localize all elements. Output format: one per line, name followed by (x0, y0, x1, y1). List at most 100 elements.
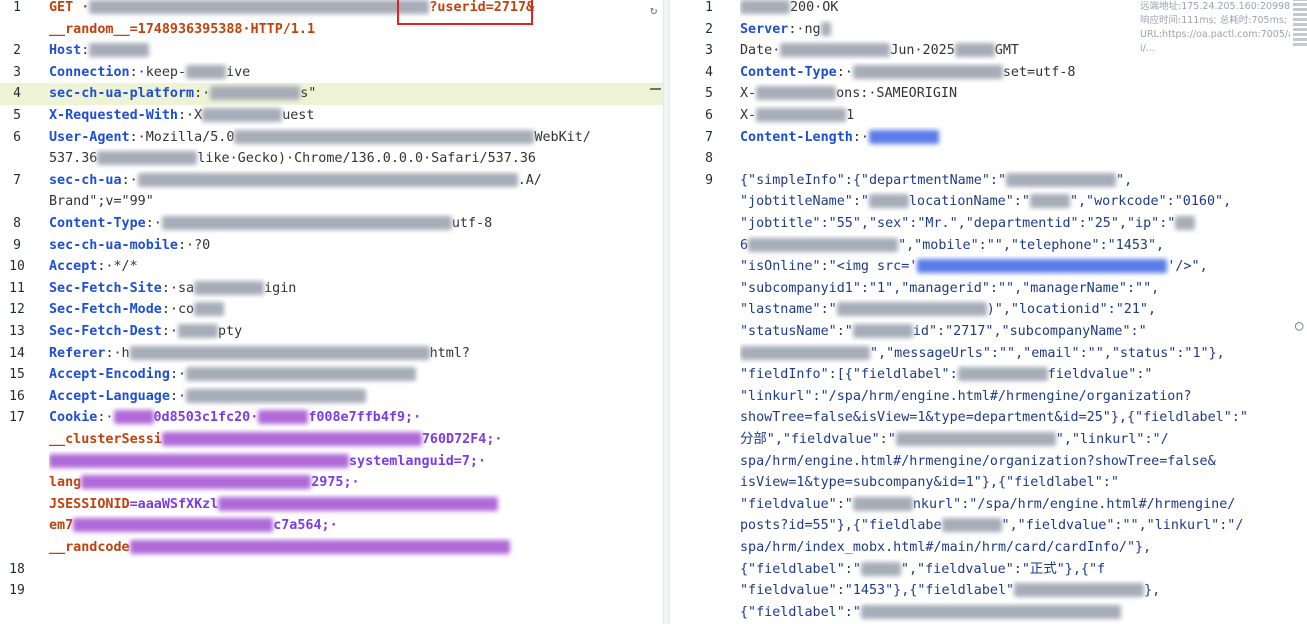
line-text: "jobtitle":"55","sex":"Mr.","departmenti… (740, 213, 1299, 235)
request-line: 18 (0, 559, 663, 581)
header-value: igin (264, 280, 297, 296)
json-text: "isOnline":"<img src=' (740, 259, 918, 275)
response-line: {"fieldlabel":" ","fieldvalue":"正式"},{"f (670, 559, 1307, 581)
redacted-block (49, 453, 349, 468)
request-line: systemlanguid=7;· (0, 451, 663, 473)
redacted-block (97, 151, 198, 166)
response-line: showTree=false&isView=1&type=department&… (670, 407, 1307, 429)
drag-handle-icon[interactable]: ○ (1295, 318, 1307, 334)
header-value: :· (169, 388, 187, 404)
redacted-block (954, 43, 995, 58)
header-name: Sec-Fetch-Mode (49, 302, 162, 318)
json-text: ", (1116, 172, 1133, 188)
response-line: 5 X-ons:·SAMEORIGIN (670, 83, 1307, 105)
json-text: 1 (846, 108, 855, 123)
line-number: 16 (9, 388, 25, 404)
redacted-block (113, 410, 154, 425)
json-text: 200·OK (790, 0, 839, 15)
line-number: 8 (13, 216, 21, 231)
redacted-block (820, 21, 831, 36)
header-value: · (772, 43, 781, 59)
line-text: 6 ","mobile":"","telephone":"1453", (740, 235, 1299, 257)
header-value: :·keep- (129, 64, 187, 80)
line-text: spa/hrm/index_mobx.html#/main/hrm/card/c… (740, 537, 1299, 559)
json-text: set=utf-8 (1002, 64, 1076, 80)
json-text: isView=1&type=subcompany&id=1"},{"fieldl… (740, 475, 1119, 491)
header-value: ive (226, 64, 251, 80)
header-name: X- (740, 86, 757, 102)
scroll-marker[interactable] (650, 88, 661, 90)
json-text: Jun·2025 (890, 43, 955, 59)
line-text: sec-ch-ua-platform:· s" (49, 83, 655, 105)
redacted-block (957, 367, 1048, 382)
header-value: :·Mozilla/5.0 (129, 129, 235, 145)
header-value: utf-8 (451, 216, 493, 231)
header-name: Connection (49, 64, 130, 80)
json-text: "subcompanyid1":"1","managerid":"","mana… (740, 280, 1160, 296)
line-text: em7 c7a564;· (49, 515, 655, 537)
redacted-block (756, 108, 847, 122)
line-text: ","messageUrls":"","email":"","status":"… (740, 343, 1299, 365)
redacted-block (234, 129, 535, 144)
refresh-icon[interactable]: ↻ (650, 4, 662, 16)
response-info-panel: 远端地址:175.24.205.160:20998; 响应时间:111ms; 总… (1140, 0, 1290, 56)
redacted-block (869, 194, 909, 209)
response-line: ","messageUrls":"","email":"","status":"… (670, 343, 1307, 365)
request-line: 3 Connection:·keep-ive (0, 62, 663, 84)
line-number: 7 (705, 129, 713, 145)
header-name: Content-Length (740, 129, 853, 145)
response-pane[interactable]: 1 200·OK 2 Server:·ng 3 Date· Jun·2025 GMT 4 Cont… (670, 0, 1307, 624)
response-line: 8 (670, 148, 1307, 170)
header-value: WebKit/ (534, 129, 591, 145)
request-pane[interactable]: 1 GET · ?userid=2717& __random__=1748936395… (0, 0, 663, 624)
http-method: GET · (49, 0, 90, 15)
line-text: "lastname":")","locationid":"21", (740, 299, 1299, 321)
line-text: X-ons:·SAMEORIGIN (740, 83, 1299, 105)
response-line: "isOnline":"<img src=' '/>", (670, 256, 1307, 278)
url-text: URL:https://oa.pactl.com:7005/ap (1140, 29, 1290, 40)
cookie-value: 2975;· (311, 475, 360, 491)
cookie-name: __randcode (49, 540, 130, 555)
request-line: 16 Accept-Language:· (0, 386, 663, 408)
json-text: "lastname":" (740, 302, 837, 318)
line-text: "isOnline":"<img src=' '/>", (740, 256, 1299, 278)
line-text: Accept-Encoding:· (49, 364, 655, 386)
pane-splitter[interactable] (663, 0, 670, 624)
line-number: 10 (9, 259, 25, 275)
response-line: "fieldInfo":[{"fieldlabel": fieldvalue":" (670, 364, 1307, 386)
redacted-block (852, 496, 913, 511)
redacted-block (129, 345, 430, 360)
line-text: User-Agent:·Mozilla/5.0 WebKit/ (49, 127, 655, 149)
response-line: "linkurl":"/spa/hrm/engine.html#/hrmengi… (670, 386, 1307, 408)
json-text: locationName":" (909, 194, 1030, 210)
header-value: :· (145, 216, 162, 231)
response-line: posts?id=55"},{"fieldlabe ","fieldvalue":… (670, 515, 1307, 537)
json-text: id":"2717","subcompanyName":" (912, 324, 1147, 339)
line-text: sec-ch-ua:· .A/ (49, 170, 655, 192)
line-text: __clusterSessi 760D72F4;· (49, 429, 655, 451)
redacted-block (852, 324, 913, 338)
header-value: 0d8503c1fc20· (153, 410, 259, 426)
line-number: 18 (9, 561, 25, 577)
line-number: 2 (705, 21, 713, 37)
json-text: {"fieldlabel":" (740, 604, 861, 620)
redacted-block (178, 324, 218, 338)
line-text: 分部","fieldvalue":" ","linkurl":"/ (740, 429, 1299, 451)
json-text: 分部","fieldvalue":" (740, 432, 896, 447)
line-text: "fieldvalue":"1453"},{"fieldlabel"}, (740, 580, 1299, 602)
line-text: Accept-Language:· (49, 386, 655, 408)
remote-address-text: 远端地址:175.24.205.160:20998; (1140, 1, 1290, 12)
header-name: sec-ch-ua-platform (49, 86, 195, 102)
response-line: spa/hrm/index_mobx.html#/main/hrm/card/c… (670, 537, 1307, 559)
header-value: :· (836, 64, 853, 80)
redacted-block (81, 475, 312, 490)
line-number: 5 (13, 108, 21, 123)
header-name: Server (740, 21, 789, 37)
json-text: ","linkurl":"/ (1055, 432, 1169, 447)
line-text: Referer:·h html? (49, 343, 655, 365)
line-number: 13 (9, 324, 25, 339)
line-number: 12 (9, 302, 25, 318)
line-text: Cookie:· 0d8503c1fc20· f008e7ffb4f9;· (49, 407, 655, 429)
line-number: 19 (9, 583, 25, 599)
continuation-text: Brand";v="99" (49, 194, 154, 210)
